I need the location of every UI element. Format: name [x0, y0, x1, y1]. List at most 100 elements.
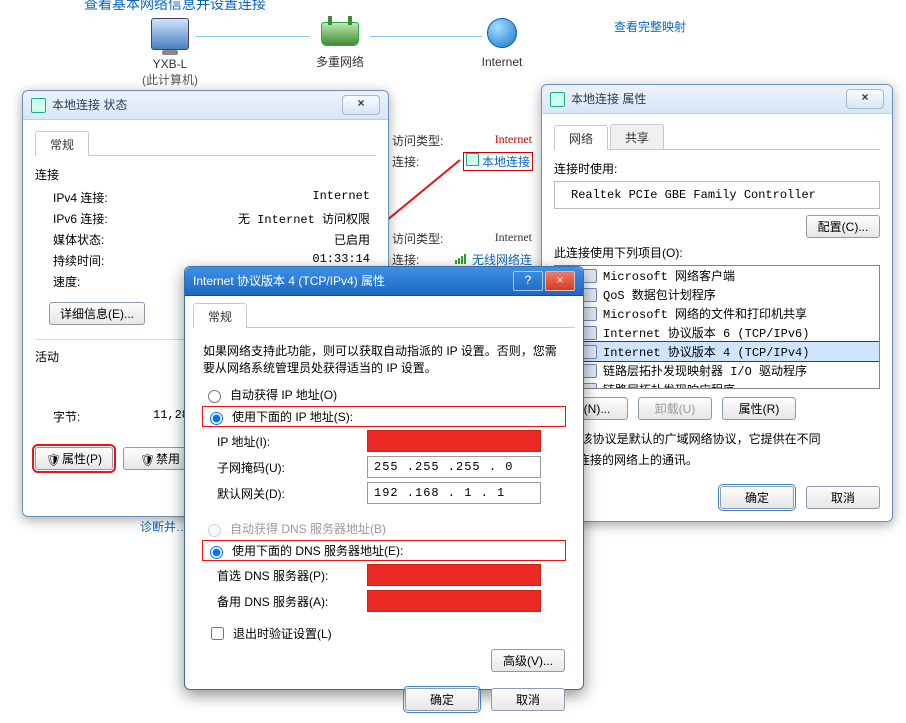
label-subnet: 子网掩码(U): [217, 459, 367, 476]
dialog-local-connection-properties: 本地连接 属性 × 网络 共享 连接时使用: Realtek PCIe GBE … [541, 84, 893, 522]
titlebar[interactable]: 本地连接 状态 × [23, 91, 388, 120]
diagnose-link-fragment[interactable]: 诊断并… [140, 518, 188, 535]
adapter-box: Realtek PCIe GBE Family Controller [554, 181, 880, 209]
list-item: Microsoft 网络的文件和打印机共享 [555, 304, 879, 323]
titlebar[interactable]: 本地连接 属性 × [542, 85, 892, 114]
wifi-signal-icon [455, 253, 469, 267]
checkbox-validate-input[interactable] [211, 627, 224, 640]
label-connect-using: 连接时使用: [554, 160, 880, 177]
tabs: 网络 共享 [554, 124, 880, 150]
active-networks-column: 访问类型: Internet 连接: 本地连接 访问类型: Internet 连… [392, 128, 532, 272]
properties-button-label: 属性(P) [62, 450, 102, 467]
item-properties-button[interactable]: 属性(R) [722, 397, 796, 420]
map-node-this-pc: YXB-L (此计算机) [110, 18, 230, 88]
globe-icon [487, 18, 517, 48]
list-item-selected: Internet 协议版本 4 (TCP/IPv4) [555, 342, 879, 361]
disable-button-label: 禁用 [156, 450, 180, 467]
tab-general[interactable]: 常规 [193, 303, 247, 328]
node-sublabel: (此计算机) [110, 71, 230, 88]
dialog-title: 本地连接 状态 [52, 91, 127, 119]
adapter-name: Realtek PCIe GBE Family Controller [571, 188, 816, 202]
titlebar[interactable]: Internet 协议版本 4 (TCP/IPv4) 属性 ? × [185, 267, 583, 296]
link-wireless-connection[interactable]: 无线网络连 [472, 253, 532, 267]
window-controls: ? × [511, 271, 575, 291]
label-gateway: 默认网关(D): [217, 485, 367, 502]
value-media: 已启用 [153, 231, 370, 248]
node-label: YXB-L [110, 57, 230, 71]
radio-use-ip[interactable]: 使用下面的 IP 地址(S): [203, 407, 565, 426]
configure-button[interactable]: 配置(C)... [806, 215, 880, 238]
label-ipv6: IPv6 连接: [53, 210, 153, 227]
section-connection-label: 连接 [35, 166, 376, 183]
input-dns-secondary[interactable] [367, 590, 541, 612]
radio-auto-ip[interactable]: 自动获得 IP 地址(O) [203, 386, 565, 403]
checkbox-validate-on-exit[interactable]: 退出时验证设置(L) [207, 624, 565, 643]
shield-icon: 🛡 [46, 453, 58, 465]
dialog-title: 本地连接 属性 [571, 85, 646, 113]
nic-icon [550, 92, 565, 107]
radio-use-ip-input[interactable] [210, 412, 223, 425]
list-item: 链路层拓扑发现响应程序 [555, 380, 879, 389]
value-ipv4: Internet [153, 189, 370, 206]
radio-auto-dns: 自动获得 DNS 服务器地址(B) [203, 520, 565, 537]
network-items-list[interactable]: Microsoft 网络客户端 QoS 数据包计划程序 Microsoft 网络… [554, 265, 880, 389]
input-dns-primary[interactable] [367, 564, 541, 586]
shield-icon: 🛡 [140, 453, 152, 465]
link-local-connection[interactable]: 本地连接 [482, 155, 530, 169]
list-item: QoS 数据包计划程序 [555, 285, 879, 304]
label-access-type: 访问类型: [392, 230, 443, 247]
label-items: 此连接使用下列项目(O): [554, 244, 880, 261]
map-node-multi-network: 多重网络 [280, 22, 400, 70]
tab-network[interactable]: 网络 [554, 125, 608, 150]
intro-text: 如果网络支持此功能，则可以获取自动指派的 IP 设置。否则，您需要从网络系统管理… [203, 342, 565, 376]
dialog-ipv4-properties: Internet 协议版本 4 (TCP/IPv4) 属性 ? × 常规 如果网… [184, 266, 584, 690]
description-box: /IP。该协议是默认的广域网络协议，它提供在不同 相互连接的网络上的通讯。 [554, 430, 880, 468]
tabs: 常规 [193, 302, 575, 328]
node-label: 多重网络 [280, 53, 400, 70]
label-ip: IP 地址(I): [217, 433, 367, 450]
ok-button[interactable]: 确定 [405, 688, 479, 711]
label-bytes: 字节: [53, 408, 153, 425]
tab-sharing[interactable]: 共享 [610, 124, 664, 149]
value-access-type: Internet [495, 132, 532, 149]
list-item: 链路层拓扑发现映射器 I/O 驱动程序 [555, 361, 879, 380]
close-button[interactable]: × [342, 95, 380, 115]
value-ipv6: 无 Internet 访问权限 [153, 210, 370, 227]
label-speed: 速度: [53, 273, 153, 290]
dialog-title: Internet 协议版本 4 (TCP/IPv4) 属性 [193, 267, 385, 295]
nic-icon [466, 153, 479, 166]
network-map-background: 查看基本网络信息并设置连接 查看完整映射 YXB-L (此计算机) 多重网络 I… [0, 0, 906, 90]
label-dns-secondary: 备用 DNS 服务器(A): [217, 593, 367, 610]
page-heading-fragment: 查看基本网络信息并设置连接 [84, 0, 266, 14]
close-button[interactable]: × [545, 271, 575, 291]
list-item: Microsoft 网络客户端 [555, 266, 879, 285]
ok-button[interactable]: 确定 [720, 486, 794, 509]
tab-general[interactable]: 常规 [35, 131, 89, 156]
cancel-button[interactable]: 取消 [491, 688, 565, 711]
nic-icon [31, 98, 46, 113]
list-item: Internet 协议版本 6 (TCP/IPv6) [555, 323, 879, 342]
label-duration: 持续时间: [53, 252, 153, 269]
input-subnet-mask[interactable]: 255 .255 .255 . 0 [367, 456, 541, 478]
properties-button[interactable]: 🛡 属性(P) [35, 447, 113, 470]
close-button[interactable]: × [846, 89, 884, 109]
map-node-internet: Internet [442, 18, 562, 69]
input-default-gateway[interactable]: 192 .168 . 1 . 1 [367, 482, 541, 504]
input-ip-address[interactable] [367, 430, 541, 452]
cancel-button[interactable]: 取消 [806, 486, 880, 509]
radio-use-dns-input[interactable] [210, 546, 223, 559]
tabs: 常规 [35, 130, 376, 156]
label-connection: 连接: [392, 153, 419, 170]
value-access-type: Internet [495, 230, 532, 247]
help-button[interactable]: ? [513, 271, 543, 291]
radio-auto-dns-input [208, 524, 221, 537]
details-button[interactable]: 详细信息(E)... [49, 302, 145, 325]
label-dns-primary: 首选 DNS 服务器(P): [217, 567, 367, 584]
computer-icon [151, 18, 189, 50]
view-full-map-link[interactable]: 查看完整映射 [614, 18, 686, 35]
radio-use-dns[interactable]: 使用下面的 DNS 服务器地址(E): [203, 541, 565, 560]
label-media: 媒体状态: [53, 231, 153, 248]
radio-auto-ip-input[interactable] [208, 390, 221, 403]
advanced-button[interactable]: 高级(V)... [491, 649, 565, 672]
label-ipv4: IPv4 连接: [53, 189, 153, 206]
